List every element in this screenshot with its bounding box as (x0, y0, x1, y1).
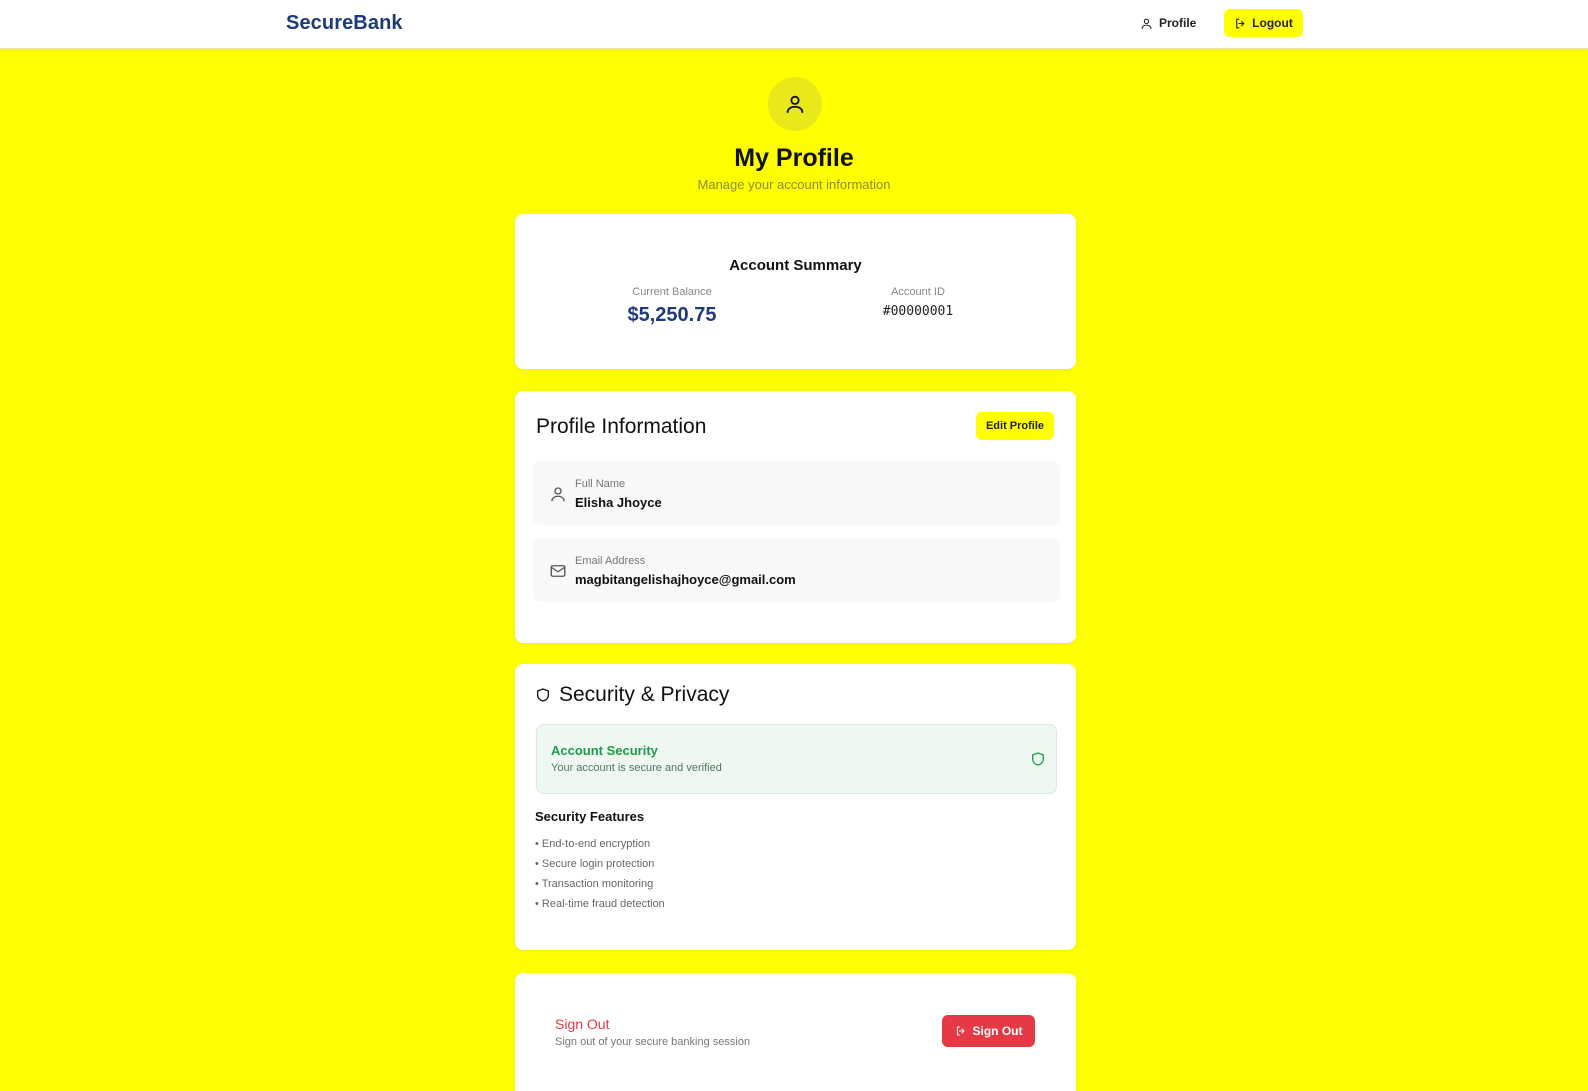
page-subtitle: Manage your account information (697, 177, 891, 192)
user-icon (1141, 18, 1152, 29)
list-item: • Secure login protection (535, 858, 655, 870)
shield-check-icon (1032, 752, 1044, 766)
account-summary-title: Account Summary (729, 257, 862, 274)
full-name-label: Full Name (575, 478, 626, 490)
account-summary-card: Account Summary Current Balance $5,250.7… (515, 214, 1076, 369)
full-name-value: Elisha Jhoyce (575, 495, 662, 510)
logout-label: Logout (1252, 16, 1293, 30)
list-item: • Real-time fraud detection (535, 898, 665, 910)
nav-profile-label: Profile (1159, 16, 1197, 30)
edit-profile-button[interactable]: Edit Profile (976, 412, 1054, 440)
user-icon (551, 487, 565, 502)
security-features-list: • End-to-end encryption • Secure login p… (535, 834, 665, 914)
mail-icon (550, 565, 566, 577)
sign-out-button-label: Sign Out (972, 1024, 1023, 1038)
logout-icon (956, 1026, 965, 1036)
security-privacy-card: Security & Privacy Account Security Your… (515, 664, 1076, 950)
top-navbar: SecureBank Profile Logout (0, 0, 1588, 49)
security-features-title: Security Features (535, 809, 645, 824)
logout-icon (1236, 18, 1245, 28)
balance-label: Current Balance (632, 286, 712, 298)
email-label: Email Address (575, 555, 646, 567)
page-title: My Profile (734, 144, 854, 172)
email-field: Email Address magbitangelishajhoyce@gmai… (533, 538, 1060, 602)
account-security-title: Account Security (551, 743, 658, 758)
profile-information-title: Profile Information (536, 415, 707, 438)
full-name-field: Full Name Elisha Jhoyce (533, 461, 1060, 525)
sign-out-button[interactable]: Sign Out (942, 1015, 1035, 1047)
nav-profile-link[interactable]: Profile (1140, 10, 1196, 36)
account-id-block: Account ID #00000001 (818, 286, 1018, 319)
sign-out-title: Sign Out (555, 1016, 610, 1032)
user-icon (786, 95, 804, 114)
security-privacy-heading: Security & Privacy (535, 683, 729, 707)
logout-button[interactable]: Logout (1224, 9, 1303, 37)
account-security-desc: Your account is secure and verified (551, 762, 722, 774)
security-privacy-title: Security & Privacy (559, 683, 730, 706)
list-item: • Transaction monitoring (535, 878, 654, 890)
avatar (768, 77, 822, 131)
sign-out-desc: Sign out of your secure banking session (555, 1036, 751, 1048)
list-item: • End-to-end encryption (535, 838, 651, 850)
account-id-value: #00000001 (882, 304, 954, 319)
brand-logo[interactable]: SecureBank (286, 12, 403, 35)
account-id-label: Account ID (891, 286, 945, 298)
sign-out-card: Sign Out Sign out of your secure banking… (515, 973, 1076, 1091)
email-value: magbitangelishajhoyce@gmail.com (575, 572, 796, 587)
balance-block: Current Balance $5,250.75 (572, 286, 772, 327)
balance-value: $5,250.75 (627, 304, 717, 326)
profile-information-card: Profile Information Edit Profile Full Na… (515, 391, 1076, 643)
account-security-status: Account Security Your account is secure … (536, 724, 1057, 794)
shield-icon (537, 688, 549, 702)
